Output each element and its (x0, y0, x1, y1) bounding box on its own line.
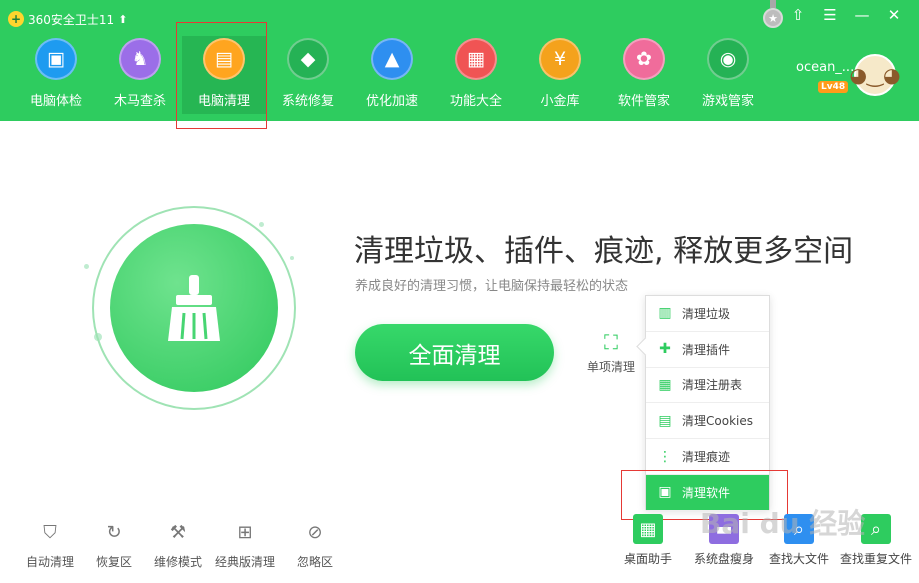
grid-icon: ▦ (455, 38, 497, 80)
apps-icon: ✿ (623, 38, 665, 80)
single-clean-menu: ▥ 清理垃圾 ✚ 清理插件 ▦ 清理注册表 ▤ 清理Cookies ⋮ 清理痕迹… (645, 295, 770, 511)
repair-icon: ⚒ (169, 521, 187, 543)
repair-mode-button[interactable]: ⚒ 维修模式 (146, 519, 210, 570)
nav-item-trojan-scan[interactable]: ♞ 木马查杀 (98, 36, 182, 114)
nav-item-system-repair[interactable]: ◆ 系统修复 (266, 36, 350, 114)
bottom-right-tools: ▦ 桌面助手 ▬ 系统盘瘦身 ⌕ 查找大文件 ⌕ 查找重复文件 (620, 514, 916, 567)
menu-item-clean-traces[interactable]: ⋮ 清理痕迹 (646, 439, 769, 475)
footprint-icon: ⋮ (658, 448, 672, 465)
restore-icon: ↻ (106, 521, 122, 543)
horse-icon: ♞ (119, 38, 161, 80)
menu-icon[interactable]: ☰ (819, 6, 841, 24)
monitor-icon: ▣ (35, 38, 77, 80)
menu-item-clean-software[interactable]: ▣ 清理软件 (646, 474, 769, 511)
nav-item-game-manager[interactable]: ◉ 游戏管家 (686, 36, 770, 114)
ignore-area-button[interactable]: ⊘ 忽略区 (280, 519, 350, 570)
app-title: 360安全卫士11 (28, 12, 115, 27)
single-clean-button[interactable]: ⛶ 单项清理 (583, 330, 639, 378)
registry-icon: ▦ (658, 376, 672, 393)
document-icon: ▤ (658, 412, 672, 429)
nav-item-speed-up[interactable]: ▲ 优化加速 (350, 36, 434, 114)
gamepad-icon: ◉ (707, 38, 749, 80)
skin-icon[interactable]: ⇧ (787, 6, 809, 24)
auto-shield-icon: ⛉ (43, 521, 57, 543)
decor-dot (84, 264, 89, 269)
nav-item-vault[interactable]: ¥ 小金库 (518, 36, 602, 114)
bottom-left-tools: ⛉ 自动清理 ↻ 恢复区 ⚒ 维修模式 ⊞ 经典版清理 ⊘ 忽略区 (22, 519, 350, 570)
menu-item-clean-junk[interactable]: ▥ 清理垃圾 (646, 296, 769, 332)
nav-item-software-manager[interactable]: ✿ 软件管家 (602, 36, 686, 114)
nav-item-pc-check[interactable]: ▣ 电脑体检 (14, 36, 98, 114)
nav-item-all-features[interactable]: ▦ 功能大全 (434, 36, 518, 114)
find-duplicate-button[interactable]: ⌕ 查找重复文件 (836, 514, 916, 567)
user-panel[interactable]: ocean_... Lv48 ◕‿◕ (796, 54, 908, 104)
find-large-file-button[interactable]: ⌕ 查找大文件 (764, 514, 834, 567)
top-header: + 360安全卫士11 ⬆ ★ ⇧ ☰ — ✕ ▣ 电脑体检 ♞ 木马查杀 ▤ … (0, 0, 919, 121)
software-box-icon: ▣ (658, 484, 672, 501)
nav-item-pc-clean[interactable]: ▤ 电脑清理 (182, 36, 266, 114)
auto-clean-button[interactable]: ⛉ 自动清理 (22, 519, 78, 570)
big-broom-icon (110, 224, 278, 392)
minimize-icon[interactable]: — (851, 6, 873, 24)
trash-icon: ▥ (658, 305, 672, 322)
classic-clean-icon: ⊞ (237, 521, 253, 543)
desktop-helper-icon: ▦ (633, 514, 663, 544)
coin-bag-icon: ¥ (539, 38, 581, 80)
restore-area-button[interactable]: ↻ 恢复区 (82, 519, 146, 570)
menu-item-clean-cookies[interactable]: ▤ 清理Cookies (646, 403, 769, 440)
broom-icon: ▤ (203, 38, 245, 80)
user-name[interactable]: ocean_... (796, 60, 854, 75)
app-logo-icon: + (8, 11, 24, 27)
puzzle-icon: ✚ (659, 341, 671, 358)
find-duplicate-icon: ⌕ (861, 514, 891, 544)
find-large-file-icon: ⌕ (784, 514, 814, 544)
shield-icon: ◆ (287, 38, 329, 80)
disk-slim-button[interactable]: ▬ 系统盘瘦身 (684, 514, 764, 567)
clean-status-graphic (92, 206, 296, 410)
broom-small-icon: ⛶ (604, 330, 618, 354)
ignore-icon: ⊘ (307, 521, 323, 543)
desktop-helper-button[interactable]: ▦ 桌面助手 (620, 514, 676, 567)
main-nav: ▣ 电脑体检 ♞ 木马查杀 ▤ 电脑清理 ◆ 系统修复 ▲ 优化加速 ▦ 功能大… (14, 36, 770, 114)
upgrade-arrow-icon[interactable]: ⬆ (118, 13, 127, 26)
close-icon[interactable]: ✕ (883, 6, 905, 24)
headline: 清理垃圾、插件、痕迹, 释放更多空间 (354, 234, 854, 269)
level-badge: Lv48 (818, 81, 849, 93)
menu-item-clean-plugins[interactable]: ✚ 清理插件 (646, 332, 769, 368)
rocket-icon: ▲ (371, 38, 413, 80)
medal-icon[interactable]: ★ (761, 0, 785, 30)
classic-clean-button[interactable]: ⊞ 经典版清理 (210, 519, 280, 570)
menu-item-clean-registry[interactable]: ▦ 清理注册表 (646, 368, 769, 404)
full-clean-button[interactable]: 全面清理 (355, 324, 554, 381)
disk-slim-icon: ▬ (709, 514, 739, 544)
avatar[interactable]: ◕‿◕ (850, 54, 901, 96)
title-bar: + 360安全卫士11 ⬆ (8, 8, 127, 30)
subline: 养成良好的清理习惯，让电脑保持最轻松的状态 (355, 279, 629, 294)
window-controls: ⇧ ☰ — ✕ (787, 6, 905, 24)
